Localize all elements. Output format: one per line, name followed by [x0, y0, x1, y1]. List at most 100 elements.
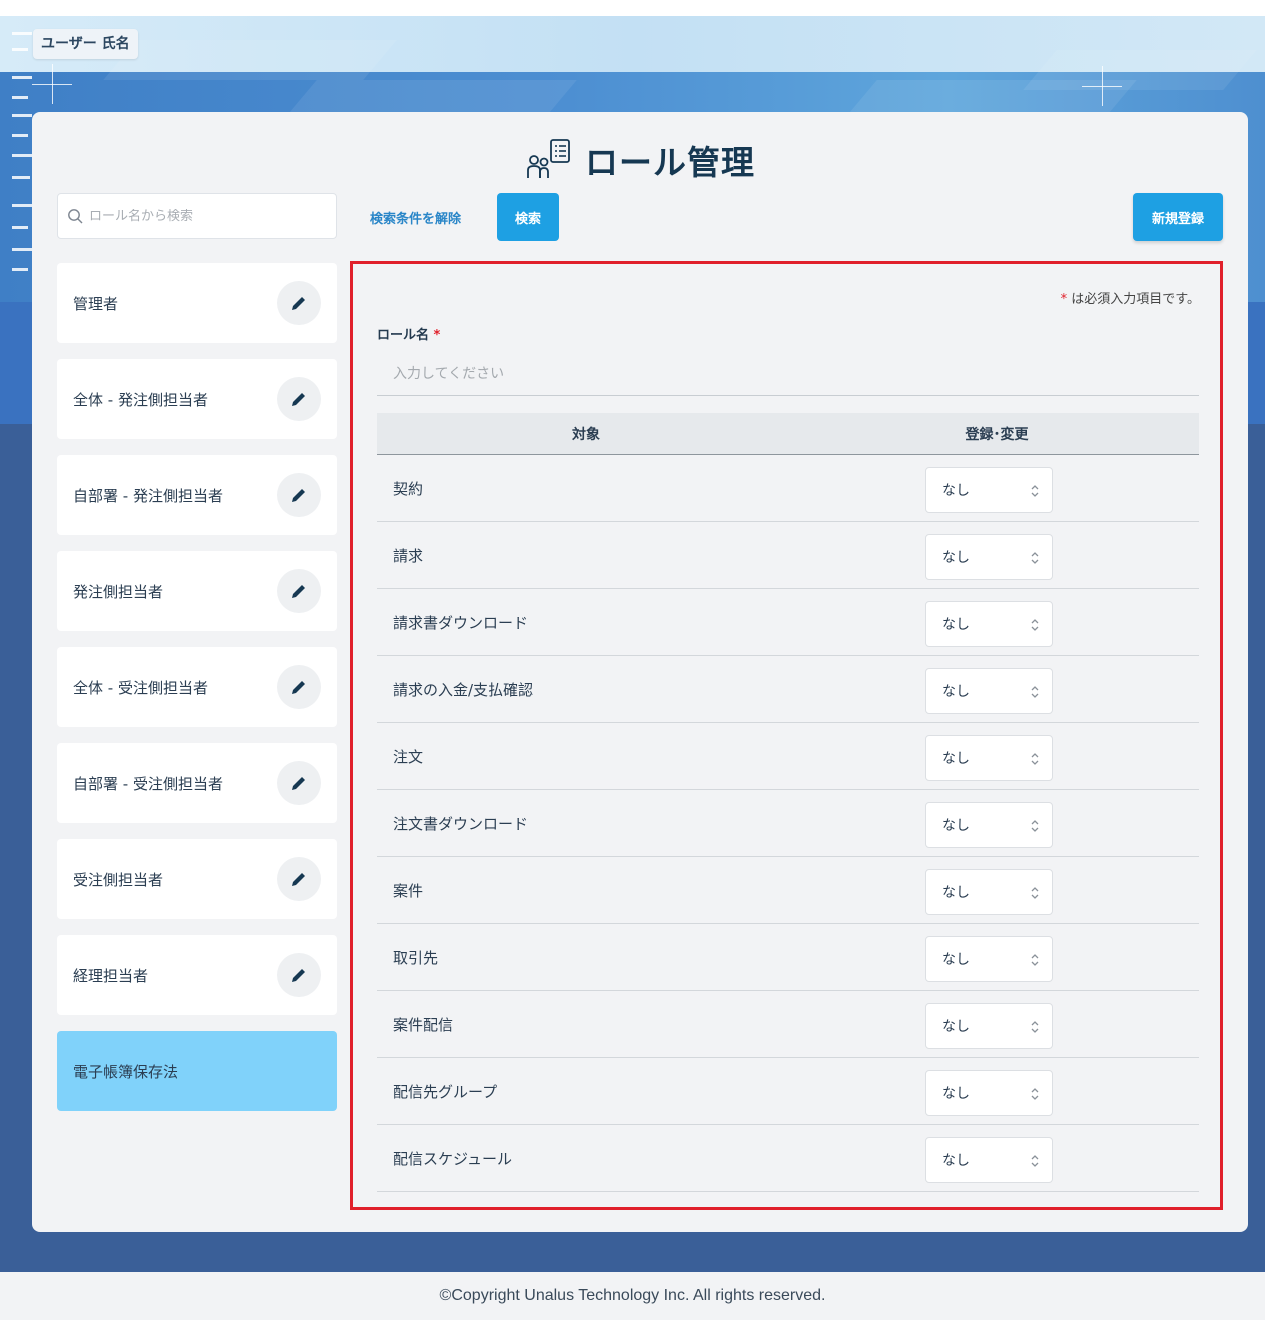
page-header: ロール管理: [32, 136, 1248, 184]
permission-select-value: なし: [942, 550, 970, 566]
permission-select[interactable]: なし: [925, 869, 1053, 915]
role-item[interactable]: 発注側担当者: [57, 551, 337, 631]
permission-select-value: なし: [942, 885, 970, 901]
permission-target: 配信スケジュール: [393, 1149, 512, 1168]
chevron-up-down-icon: [1031, 552, 1039, 564]
permission-select-value: なし: [942, 1153, 970, 1169]
edit-role-button[interactable]: [277, 569, 321, 613]
permission-select[interactable]: なし: [925, 1003, 1053, 1049]
pencil-icon: [292, 873, 305, 886]
role-item[interactable]: 全体 - 発注側担当者: [57, 359, 337, 439]
new-role-button[interactable]: 新規登録: [1133, 193, 1223, 241]
role-edit-form: * は必須入力項目です。 ロール名 * 対象 登録･変更 契約なし請求なし請求書…: [350, 261, 1223, 1210]
table-header: 対象 登録･変更: [377, 413, 1199, 455]
role-item-label: 自部署 - 発注側担当者: [73, 486, 223, 505]
edit-role-button[interactable]: [277, 953, 321, 997]
permission-select[interactable]: なし: [925, 802, 1053, 848]
table-row: 配信先グループ なし: [377, 1058, 1199, 1125]
chevron-up-down-icon: [1031, 820, 1039, 832]
role-item[interactable]: 受注側担当者: [57, 839, 337, 919]
edit-role-button[interactable]: [277, 377, 321, 421]
permission-select-value: なし: [942, 1086, 970, 1102]
table-row: 注文書ダウンロード なし: [377, 790, 1199, 857]
permission-select-value: なし: [942, 818, 970, 834]
permission-select[interactable]: なし: [925, 735, 1053, 781]
role-item[interactable]: 自部署 - 発注側担当者: [57, 455, 337, 535]
permission-select[interactable]: なし: [925, 601, 1053, 647]
permission-select[interactable]: なし: [925, 1137, 1053, 1183]
role-item-label: 全体 - 発注側担当者: [73, 390, 208, 409]
required-note: * は必須入力項目です。: [1060, 292, 1200, 307]
table-row: 契約 なし: [377, 455, 1199, 522]
permission-select-value: なし: [942, 952, 970, 968]
role-item[interactable]: 全体 - 受注側担当者: [57, 647, 337, 727]
edit-role-button[interactable]: [277, 857, 321, 901]
chevron-up-down-icon: [1031, 1021, 1039, 1033]
role-item-active[interactable]: 電子帳簿保存法: [57, 1031, 337, 1111]
table-row: 配信スケジュール なし: [377, 1125, 1199, 1192]
pencil-icon: [292, 585, 305, 598]
role-list: 管理者 全体 - 発注側担当者 自部署 - 発注側担当者 発注側担当者 全体 -…: [57, 263, 337, 1127]
chevron-up-down-icon: [1031, 753, 1039, 765]
permission-select-value: なし: [942, 617, 970, 633]
footer-copyright: ©Copyright Unalus Technology Inc. All ri…: [0, 1272, 1265, 1320]
permission-target: 契約: [393, 479, 424, 498]
permission-select[interactable]: なし: [925, 936, 1053, 982]
table-row: 請求の入金/支払確認 なし: [377, 656, 1199, 723]
role-item[interactable]: 自部署 - 受注側担当者: [57, 743, 337, 823]
permission-select-value: なし: [942, 684, 970, 700]
role-item-label: 電子帳簿保存法: [73, 1062, 179, 1081]
role-search-box[interactable]: [57, 193, 337, 239]
permission-select-value: なし: [942, 751, 970, 767]
pencil-icon: [292, 777, 305, 790]
role-management-card: ロール管理 検索条件を解除 検索 新規登録 管理者 全体 - 発注側担当者 自部…: [32, 112, 1248, 1232]
pencil-icon: [292, 969, 305, 982]
chevron-up-down-icon: [1031, 619, 1039, 631]
role-item-label: 自部署 - 受注側担当者: [73, 774, 223, 793]
edit-role-button[interactable]: [277, 281, 321, 325]
permission-select[interactable]: なし: [925, 534, 1053, 580]
permission-target: 請求書ダウンロード: [393, 613, 529, 632]
permission-select-value: なし: [942, 1019, 970, 1035]
permission-target: 取引先: [393, 948, 439, 967]
role-item-label: 経理担当者: [73, 966, 149, 985]
permission-target: 案件配信: [393, 1015, 454, 1034]
edit-role-button[interactable]: [277, 761, 321, 805]
search-button[interactable]: 検索: [497, 193, 559, 241]
search-icon: [68, 209, 83, 224]
table-row: 請求 なし: [377, 522, 1199, 589]
permission-table: 対象 登録･変更 契約 なし 請求 なし 請求書ダウンロード なし 請求の入金/支払確認 なし…: [377, 413, 1199, 1192]
table-row: 取引先 なし: [377, 924, 1199, 991]
table-row: 請求書ダウンロード なし: [377, 589, 1199, 656]
role-item[interactable]: 管理者: [57, 263, 337, 343]
role-item-label: 全体 - 受注側担当者: [73, 678, 208, 697]
role-name-input[interactable]: [377, 352, 1199, 396]
permission-select[interactable]: なし: [925, 1070, 1053, 1116]
role-search-input[interactable]: [89, 208, 329, 224]
column-header-target: 対象: [572, 426, 600, 443]
permission-select[interactable]: なし: [925, 668, 1053, 714]
role-item[interactable]: 経理担当者: [57, 935, 337, 1015]
permission-select[interactable]: なし: [925, 467, 1053, 513]
user-name-badge[interactable]: ユーザー 氏名: [33, 29, 138, 59]
pencil-icon: [292, 393, 305, 406]
edit-role-button[interactable]: [277, 473, 321, 517]
pencil-icon: [292, 681, 305, 694]
edit-role-button[interactable]: [277, 665, 321, 709]
table-row: 案件配信 なし: [377, 991, 1199, 1058]
chevron-up-down-icon: [1031, 887, 1039, 899]
permission-target: 案件: [393, 881, 424, 900]
table-row: 注文 なし: [377, 723, 1199, 790]
role-item-label: 受注側担当者: [73, 870, 164, 889]
column-header-register: 登録･変更: [965, 426, 1029, 443]
clear-search-link[interactable]: 検索条件を解除: [370, 208, 461, 227]
permission-select-value: なし: [942, 483, 970, 499]
pencil-icon: [292, 297, 305, 310]
pencil-icon: [292, 489, 305, 502]
role-item-label: 管理者: [73, 294, 119, 313]
role-name-label: ロール名 *: [377, 328, 441, 343]
chevron-up-down-icon: [1031, 954, 1039, 966]
role-management-icon: [527, 139, 570, 178]
permission-target: 請求の入金/支払確認: [393, 680, 534, 699]
table-row: 案件 なし: [377, 857, 1199, 924]
